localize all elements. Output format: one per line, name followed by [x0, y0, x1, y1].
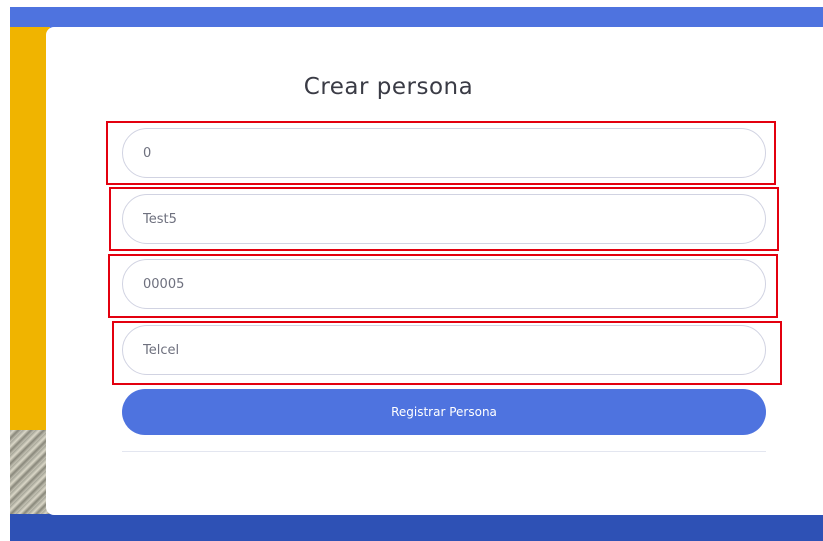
name-input[interactable]	[122, 194, 766, 244]
register-person-button[interactable]: Registrar Persona	[122, 389, 766, 435]
page: Crear persona Registrar Persona	[0, 0, 823, 541]
page-title: Crear persona	[303, 74, 474, 100]
code-input[interactable]	[122, 259, 766, 309]
bottom-band	[10, 514, 823, 541]
carrier-input[interactable]	[122, 325, 766, 375]
id-input[interactable]	[122, 128, 766, 178]
top-band	[10, 7, 823, 29]
background-photo-fragment	[10, 430, 50, 515]
divider	[122, 451, 766, 452]
